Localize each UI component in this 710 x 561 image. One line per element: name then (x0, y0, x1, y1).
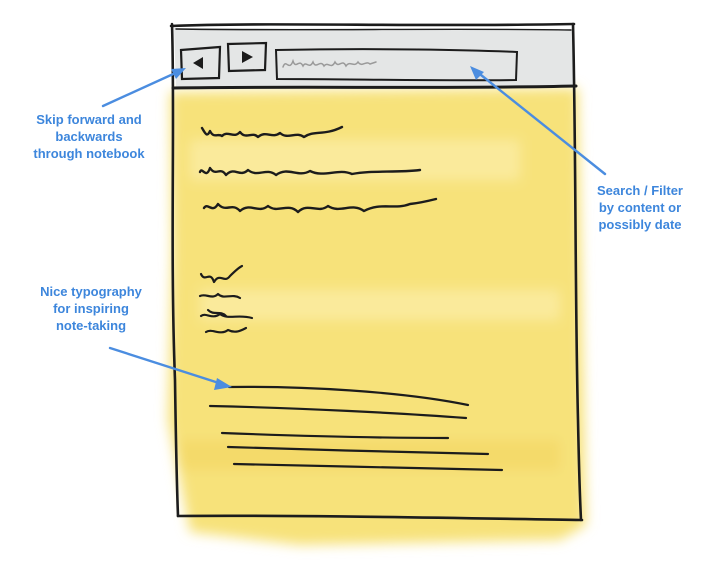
annotation-line: note-taking (55, 318, 127, 333)
annotation-line: possibly date (598, 217, 682, 232)
annotation-typography: Nice typography for inspiring note-takin… (6, 283, 176, 334)
sketch-canvas (101, 22, 607, 545)
toolbar-divider (171, 84, 578, 90)
annotation-line: for inspiring (53, 301, 129, 316)
annotation-line: Nice typography (40, 284, 142, 299)
paper-wash-band (180, 440, 560, 470)
frame-top-edge-overdraw (175, 28, 572, 31)
annotation-line: Skip forward and (36, 112, 142, 127)
annotation-navigation: Skip forward and backwards through noteb… (4, 111, 174, 162)
annotation-search: Search / Filter by content or possibly d… (578, 182, 702, 233)
annotation-line: Search / Filter (597, 183, 683, 198)
annotation-line: backwards (55, 129, 123, 144)
annotation-line: by content or (598, 200, 682, 215)
paper-wash-band (200, 290, 560, 320)
frame-top-edge (169, 22, 576, 28)
annotation-line: through notebook (33, 146, 145, 161)
